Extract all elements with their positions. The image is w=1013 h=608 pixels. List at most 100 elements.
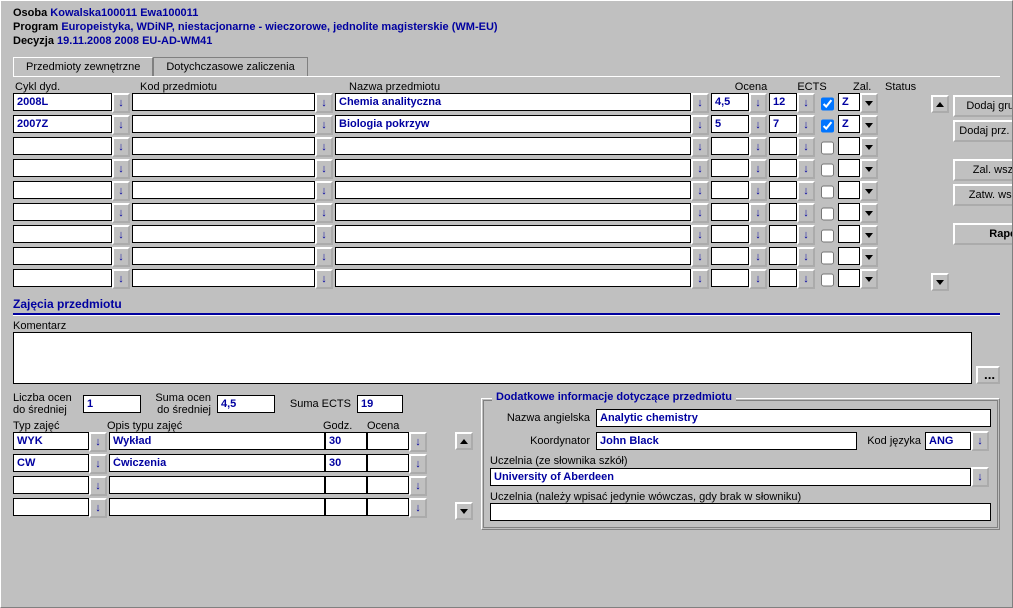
ocena-input[interactable] xyxy=(711,181,749,199)
opis-input[interactable] xyxy=(109,476,325,494)
uczelnia-lookup-button[interactable]: ↓ xyxy=(971,467,989,487)
zal-checkbox[interactable] xyxy=(821,183,834,201)
typ-lookup-button[interactable]: ↓ xyxy=(89,432,107,452)
status-dropdown-button[interactable] xyxy=(860,203,878,223)
status-input[interactable] xyxy=(838,115,860,133)
ects-lookup-button[interactable]: ↓ xyxy=(797,269,815,289)
ocena-input[interactable] xyxy=(711,247,749,265)
ects-input[interactable] xyxy=(769,203,797,221)
cykl-lookup-button[interactable]: ↓ xyxy=(112,159,130,179)
ects-lookup-button[interactable]: ↓ xyxy=(797,247,815,267)
ocena2-input[interactable] xyxy=(367,432,409,450)
kod-jezyka-input[interactable] xyxy=(925,432,971,450)
nazwa-lookup-button[interactable]: ↓ xyxy=(691,93,709,113)
kod-lookup-button[interactable]: ↓ xyxy=(315,203,333,223)
nazwa-input[interactable] xyxy=(335,225,691,243)
kod-lookup-button[interactable]: ↓ xyxy=(315,181,333,201)
suma-ects-input[interactable] xyxy=(357,395,403,413)
zatw-wszystkie-button[interactable]: Zatw. wszystkie xyxy=(953,184,1013,206)
status-input[interactable] xyxy=(838,269,860,287)
godz-input[interactable] xyxy=(325,476,367,494)
cykl-input[interactable] xyxy=(13,247,112,265)
nazwa-input[interactable] xyxy=(335,247,691,265)
opis-input[interactable] xyxy=(109,432,325,450)
kod-input[interactable] xyxy=(132,137,315,155)
kod-input[interactable] xyxy=(132,203,315,221)
ocena-lookup-button[interactable]: ↓ xyxy=(749,225,767,245)
typ-input[interactable] xyxy=(13,476,89,494)
ects-lookup-button[interactable]: ↓ xyxy=(797,159,815,179)
dodaj-studenta-button[interactable]: Dodaj prz. studenta xyxy=(953,120,1013,142)
nazwa-lookup-button[interactable]: ↓ xyxy=(691,159,709,179)
cykl-input[interactable] xyxy=(13,159,112,177)
ocena-lookup-button[interactable]: ↓ xyxy=(749,137,767,157)
nazwa-input[interactable] xyxy=(335,269,691,287)
ects-lookup-button[interactable]: ↓ xyxy=(797,203,815,223)
bottom-scroll-down[interactable] xyxy=(455,502,473,520)
ects-input[interactable] xyxy=(769,225,797,243)
nazwa-lookup-button[interactable]: ↓ xyxy=(691,269,709,289)
kod-lookup-button[interactable]: ↓ xyxy=(315,93,333,113)
ocena-lookup-button[interactable]: ↓ xyxy=(749,93,767,113)
komentarz-ellipsis-button[interactable]: ... xyxy=(976,366,1000,384)
status-dropdown-button[interactable] xyxy=(860,269,878,289)
ects-input[interactable] xyxy=(769,159,797,177)
nazwa-input[interactable] xyxy=(335,181,691,199)
status-dropdown-button[interactable] xyxy=(860,181,878,201)
ects-input[interactable] xyxy=(769,137,797,155)
status-dropdown-button[interactable] xyxy=(860,137,878,157)
ocena2-input[interactable] xyxy=(367,498,409,516)
status-input[interactable] xyxy=(838,181,860,199)
ocena-lookup-button[interactable]: ↓ xyxy=(749,181,767,201)
status-input[interactable] xyxy=(838,203,860,221)
ocena-lookup-button[interactable]: ↓ xyxy=(749,247,767,267)
kod-input[interactable] xyxy=(132,181,315,199)
typ-input[interactable] xyxy=(13,432,89,450)
ocena-input[interactable] xyxy=(711,269,749,287)
ocena2-input[interactable] xyxy=(367,476,409,494)
cykl-lookup-button[interactable]: ↓ xyxy=(112,269,130,289)
komentarz-textarea[interactable] xyxy=(13,332,972,384)
typ-lookup-button[interactable]: ↓ xyxy=(89,498,107,518)
status-input[interactable] xyxy=(838,247,860,265)
cykl-input[interactable] xyxy=(13,137,112,155)
ocena-input[interactable] xyxy=(711,93,749,111)
ocena-input[interactable] xyxy=(711,115,749,133)
kod-input[interactable] xyxy=(132,269,315,287)
bottom-scroll-up[interactable] xyxy=(455,432,473,450)
ects-input[interactable] xyxy=(769,247,797,265)
ocena-lookup-button[interactable]: ↓ xyxy=(749,159,767,179)
cykl-input[interactable] xyxy=(13,203,112,221)
koordynator-input[interactable] xyxy=(596,432,857,450)
nazwa-input[interactable] xyxy=(335,137,691,155)
kod-lookup-button[interactable]: ↓ xyxy=(315,225,333,245)
status-dropdown-button[interactable] xyxy=(860,115,878,135)
zal-checkbox[interactable] xyxy=(821,271,834,289)
ocena-input[interactable] xyxy=(711,203,749,221)
status-dropdown-button[interactable] xyxy=(860,247,878,267)
kod-input[interactable] xyxy=(132,115,315,133)
nazwa-input[interactable] xyxy=(335,203,691,221)
status-dropdown-button[interactable] xyxy=(860,225,878,245)
grid-scroll-down[interactable] xyxy=(931,273,949,291)
ocena-lookup-button[interactable]: ↓ xyxy=(749,203,767,223)
nazwa-lookup-button[interactable]: ↓ xyxy=(691,203,709,223)
cykl-input[interactable] xyxy=(13,115,112,133)
dodaj-grupe-button[interactable]: Dodaj grupę prz. xyxy=(953,95,1013,117)
status-dropdown-button[interactable] xyxy=(860,93,878,113)
cykl-lookup-button[interactable]: ↓ xyxy=(112,137,130,157)
kod-input[interactable] xyxy=(132,93,315,111)
zal-checkbox[interactable] xyxy=(821,139,834,157)
nazwa-lookup-button[interactable]: ↓ xyxy=(691,247,709,267)
status-input[interactable] xyxy=(838,137,860,155)
zal-checkbox[interactable] xyxy=(821,227,834,245)
ocena2-lookup-button[interactable]: ↓ xyxy=(409,498,427,518)
cykl-lookup-button[interactable]: ↓ xyxy=(112,225,130,245)
kod-input[interactable] xyxy=(132,225,315,243)
cykl-input[interactable] xyxy=(13,225,112,243)
nazwa-input[interactable] xyxy=(335,159,691,177)
typ-input[interactable] xyxy=(13,498,89,516)
cykl-lookup-button[interactable]: ↓ xyxy=(112,203,130,223)
nazwa-lookup-button[interactable]: ↓ xyxy=(691,137,709,157)
kod-lookup-button[interactable]: ↓ xyxy=(315,269,333,289)
